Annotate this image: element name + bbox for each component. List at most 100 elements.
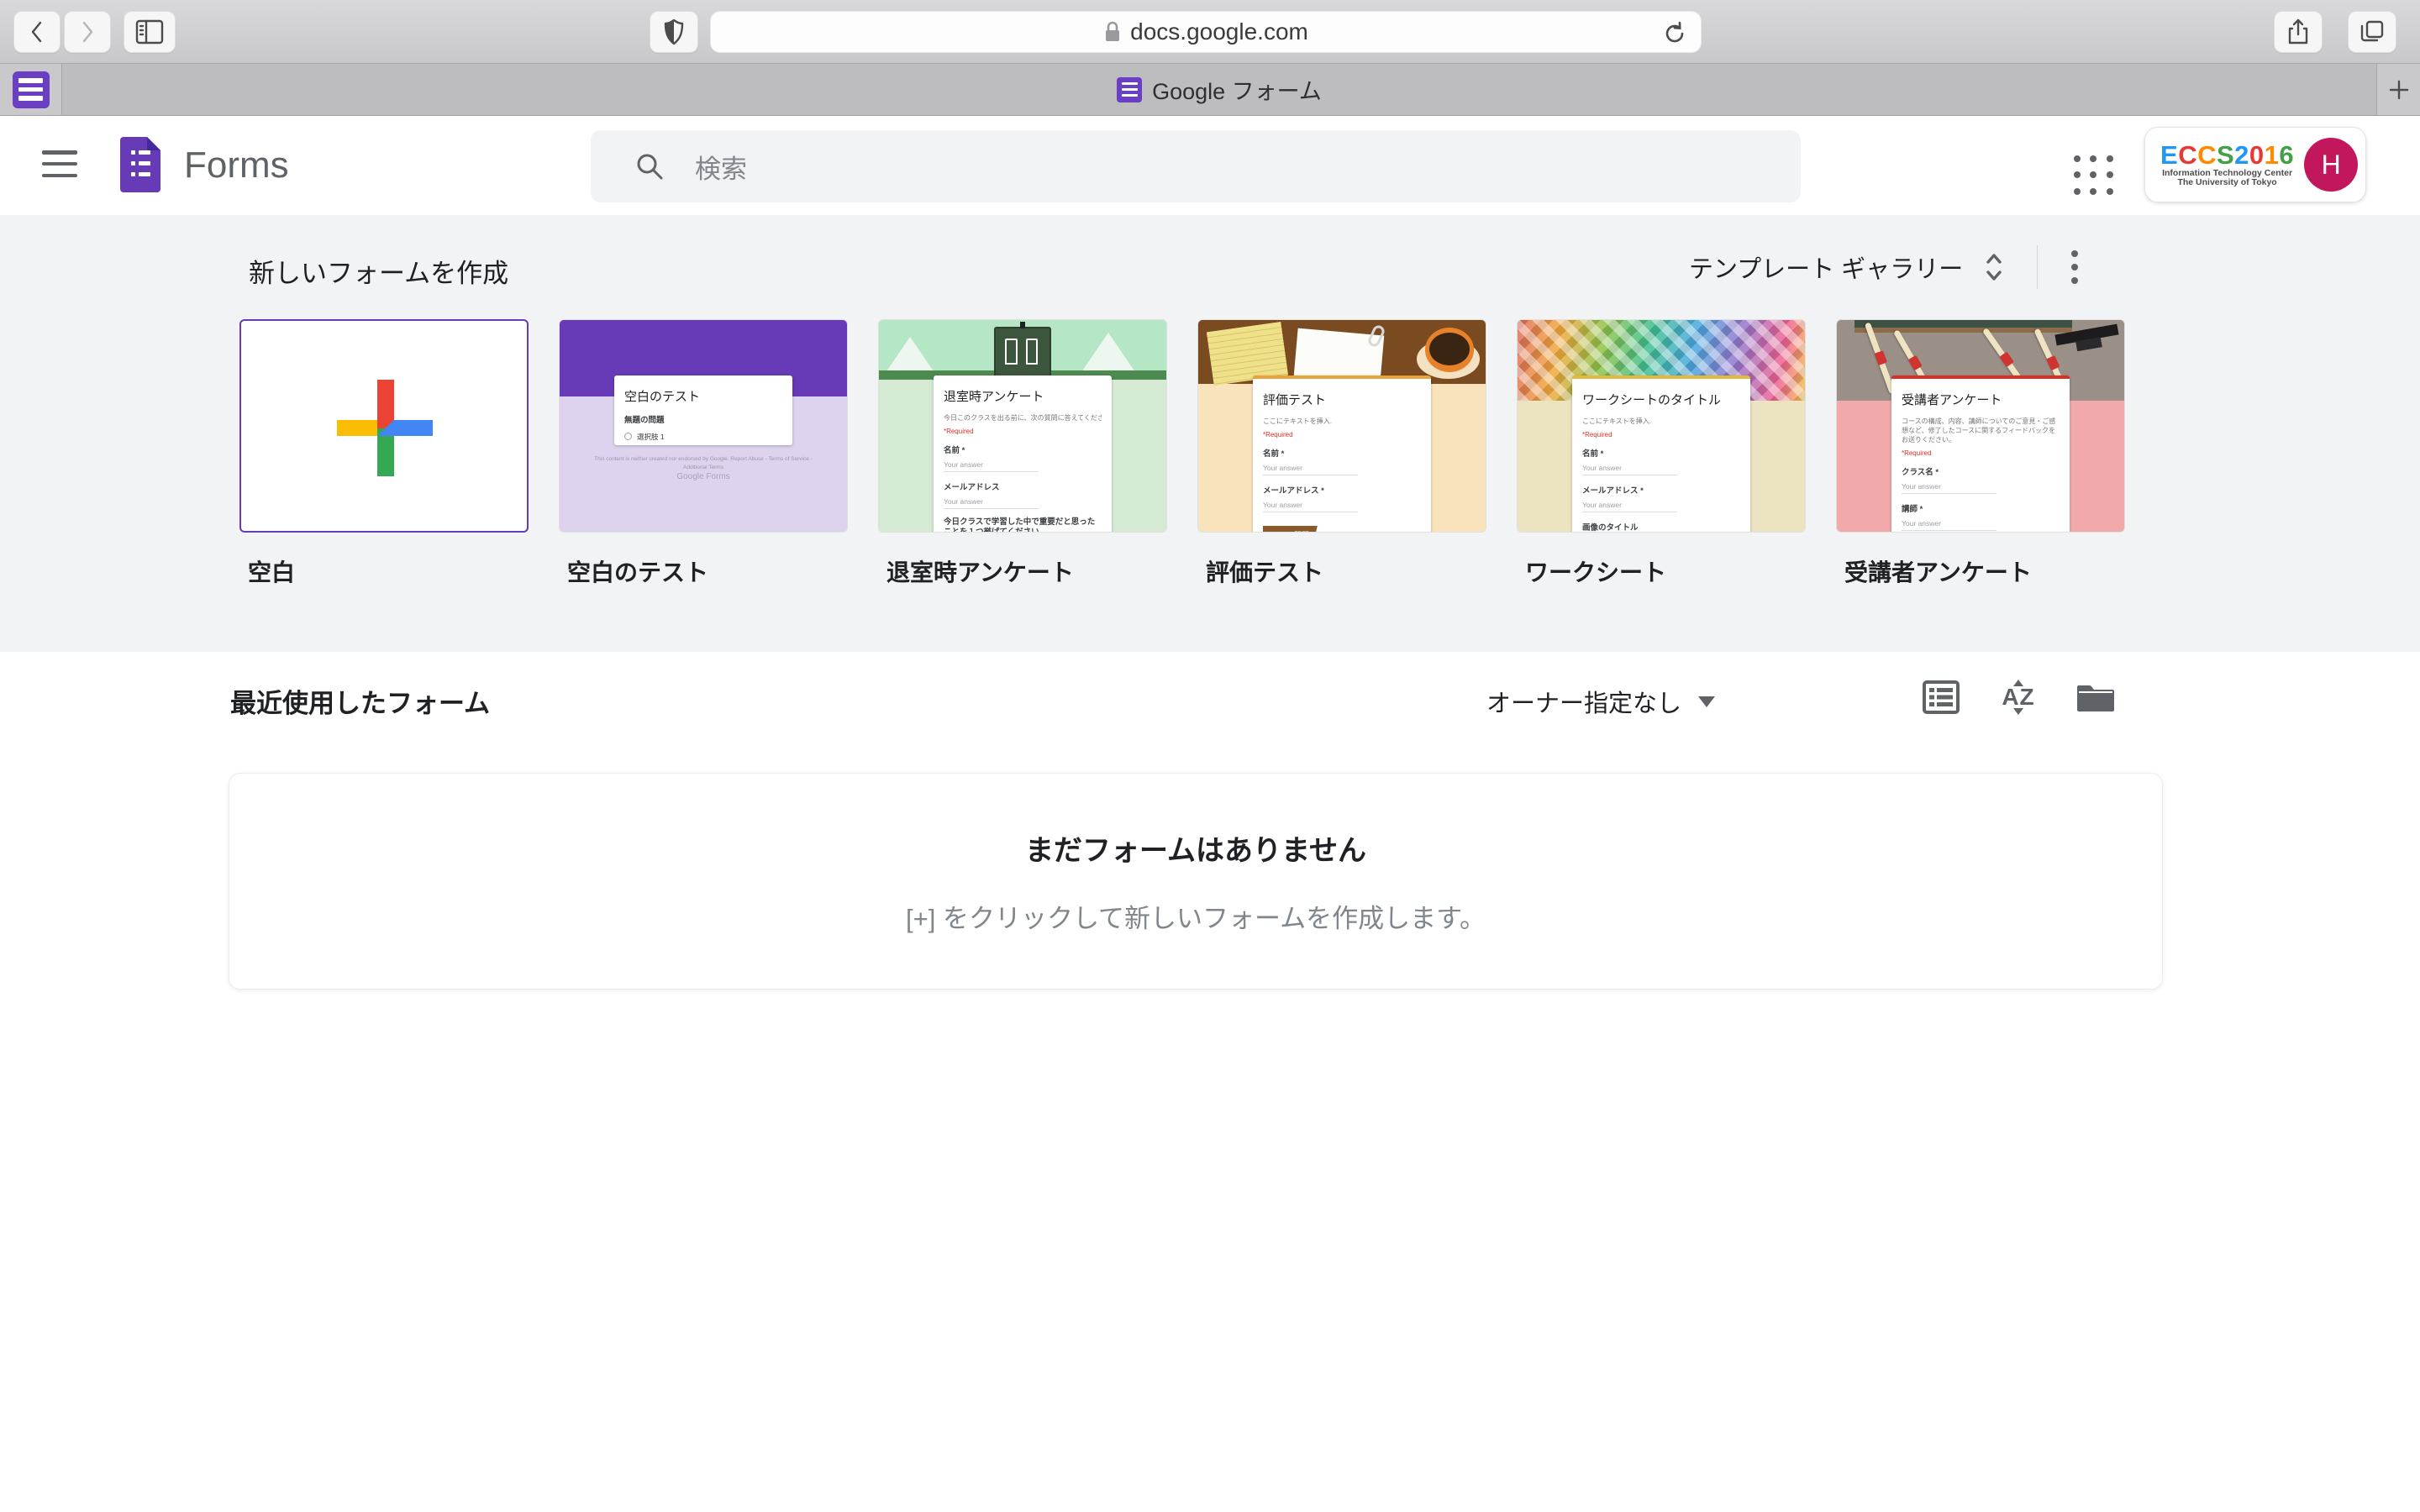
forms-favicon-icon [1117, 77, 1142, 102]
url-text: docs.google.com [1130, 18, 1308, 45]
reload-button[interactable] [1662, 21, 1687, 50]
org-logo-text: ECCS2016 [2160, 142, 2294, 170]
recent-forms-toolbar: AZ [1921, 677, 2116, 717]
mini-form-title: 受講者アンケート [1902, 391, 2060, 408]
mini-answer: Your answer [1902, 477, 1996, 494]
mini-required: *Required [1902, 449, 2060, 457]
mini-answer: Your answer [944, 455, 1039, 472]
search-icon [634, 151, 665, 181]
template-label: 退室時アンケート [878, 554, 1167, 588]
search-placeholder: 検索 [695, 148, 747, 186]
template-course-survey-thumbnail[interactable]: 受講者アンケート コースの構成、内容、講師についてのご意見・ご感想など、修了した… [1836, 319, 2125, 533]
template-assessment-thumbnail[interactable]: 評価テスト ここにテキストを挿入. *Required 名前 * Your an… [1197, 319, 1486, 533]
owner-filter-label: オーナー指定なし [1486, 684, 1681, 719]
forward-button[interactable] [64, 11, 111, 53]
template-blank: 空白 [239, 319, 529, 588]
mini-answer: Your answer [1263, 496, 1358, 512]
mini-question: 今日クラスで学習した中で重要だと思ったことを１つ挙げてください。 [944, 517, 1102, 533]
account-button[interactable]: ECCS2016 Information Technology Center T… [2144, 127, 2366, 202]
forms-favicon-icon [13, 71, 50, 108]
template-exit-survey-thumbnail[interactable]: 退室時アンケート 今日このクラスを出る前に、次の質問に答えてください。 *Req… [878, 319, 1167, 533]
mini-question: 無題の問題 [624, 413, 782, 425]
plus-icon [2388, 79, 2410, 101]
sidebar-toggle-button[interactable] [124, 11, 176, 53]
template-label: 空白 [239, 554, 529, 588]
back-button[interactable] [13, 11, 60, 53]
template-worksheet: ワークシートのタイトル ここにテキストを挿入. *Required 名前 * Y… [1517, 319, 1806, 588]
dropdown-arrow-icon [1698, 696, 1715, 707]
unfold-more-icon[interactable] [1981, 250, 2007, 284]
template-exit-survey: 退室時アンケート 今日このクラスを出る前に、次の質問に答えてください。 *Req… [878, 319, 1167, 588]
mini-required: *Required [1263, 431, 1421, 438]
mini-field: メールアドレス * [1582, 484, 1740, 496]
mini-field: クラス名 * [1902, 465, 2060, 477]
pinned-tab-google-forms[interactable] [0, 64, 62, 115]
tab-bar: Google フォーム [0, 64, 2420, 116]
template-blank-quiz: 空白のテスト 無題の問題 選択肢 1 This content is neith… [559, 319, 848, 588]
tab-overview-button[interactable] [2348, 11, 2396, 53]
divider [2037, 245, 2038, 289]
mini-footer: This content is neither created nor endo… [588, 455, 818, 472]
new-tab-button[interactable] [2376, 64, 2420, 115]
mini-watermark: Google Forms [560, 472, 847, 481]
org-subtitle-2: The University of Tokyo [2160, 178, 2294, 187]
hikers-sign [994, 327, 1051, 377]
template-course-survey: 受講者アンケート コースの構成、内容、講師についてのご意見・ご感想など、修了した… [1836, 319, 2125, 588]
screen: docs.google.com [0, 0, 2420, 1512]
google-apps-grid-icon[interactable] [2074, 155, 2116, 197]
mini-answer: Your answer [1902, 514, 1996, 531]
template-label: 空白のテスト [559, 554, 848, 588]
folder-icon[interactable] [2075, 677, 2116, 717]
mini-field: 名前 * [1582, 447, 1740, 459]
mini-answer: Your answer [1582, 496, 1677, 512]
avatar[interactable]: H [2304, 138, 2358, 192]
templates-section: 新しいフォームを作成 テンプレート ギャラリー 空白 [0, 215, 2420, 652]
templates-section-title: 新しいフォームを作成 [249, 252, 508, 290]
template-blank-quiz-thumbnail[interactable]: 空白のテスト 無題の問題 選択肢 1 This content is neith… [559, 319, 848, 533]
privacy-shield-button[interactable] [650, 11, 698, 53]
org-logo: ECCS2016 Information Technology Center T… [2160, 142, 2294, 188]
address-bar[interactable]: docs.google.com [710, 11, 1702, 53]
forms-logo-icon[interactable] [120, 137, 160, 192]
empty-state-subtitle: [+] をクリックして新しいフォームを作成します。 [906, 897, 1486, 935]
main-menu-button[interactable] [40, 147, 79, 181]
more-options-icon[interactable] [2063, 245, 2086, 289]
browser-toolbar: docs.google.com [0, 0, 2420, 64]
tab-title: Google フォーム [1152, 73, 1322, 106]
list-view-icon[interactable] [1921, 677, 1961, 717]
recent-forms-empty-state: まだフォームはありません [+] をクリックして新しいフォームを作成します。 [229, 773, 2163, 990]
desk-photo [1198, 320, 1486, 384]
mini-form-title: 空白のテスト [624, 387, 782, 405]
template-cards-row: 空白 空白のテスト 無題の問題 選択肢 1 This content is ne… [239, 319, 2125, 588]
mini-desc: 今日このクラスを出る前に、次の質問に答えてください。 [944, 413, 1102, 423]
share-button[interactable] [2274, 11, 2323, 53]
template-label: 受講者アンケート [1836, 554, 2125, 588]
mini-desc: ここにテキストを挿入. [1582, 417, 1740, 426]
empty-state-title: まだフォームはありません [1025, 827, 1366, 869]
lock-icon [1103, 20, 1122, 44]
mini-radio-option: 選択肢 1 [624, 432, 782, 442]
owner-filter-dropdown[interactable]: オーナー指定なし [1486, 684, 1715, 719]
mini-answer: Your answer [944, 492, 1039, 509]
sort-az-icon[interactable]: AZ [1998, 677, 2039, 717]
radio-icon [624, 433, 632, 440]
recent-forms-title: 最近使用したフォーム [230, 682, 490, 720]
active-tab[interactable]: Google フォーム [62, 64, 2376, 115]
mini-field: メールアドレス * [1263, 484, 1421, 496]
template-worksheet-thumbnail[interactable]: ワークシートのタイトル ここにテキストを挿入. *Required 名前 * Y… [1517, 319, 1806, 533]
mini-answer: Your answer [1582, 459, 1677, 475]
mini-section-banner: テスト問題 [1263, 526, 1318, 533]
app-header: Forms 検索 ECCS2016 Information Technology… [0, 117, 2420, 215]
search-input[interactable]: 検索 [591, 130, 1801, 202]
template-label: 評価テスト [1197, 554, 1486, 588]
mini-field: 名前 * [1263, 447, 1421, 459]
mini-field: 名前 * [944, 444, 1102, 455]
mini-field: 画像のタイトル [1582, 521, 1740, 533]
mini-required: *Required [1582, 431, 1740, 438]
mini-required: *Required [944, 428, 1102, 435]
mini-field: 講師 * [1902, 502, 2060, 514]
template-gallery-button[interactable]: テンプレート ギャラリー [1689, 249, 1963, 285]
template-label: ワークシート [1517, 554, 1806, 588]
app-title: Forms [184, 144, 289, 186]
template-blank-thumbnail[interactable] [239, 319, 529, 533]
